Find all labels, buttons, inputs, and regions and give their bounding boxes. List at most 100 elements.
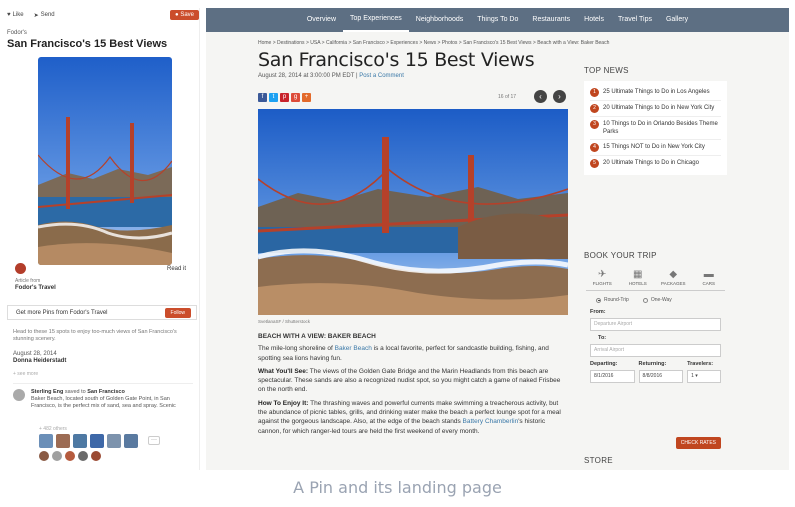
breadcrumb[interactable]: Home > Destinations > USA > California >… (258, 40, 609, 46)
top-news-heading: TOP NEWS (584, 66, 629, 75)
article-body: BEACH WITH A VIEW: BAKER BEACH The mile-… (258, 332, 568, 440)
pin-description: Head to these 15 spots to enjoy too-much… (13, 329, 177, 342)
send-button[interactable]: ➤ Send (34, 12, 55, 19)
date-fields: Departing: 8/1/2016 Returning: 8/8/2016 Tr… (584, 361, 727, 383)
pin-source[interactable]: Article from Fodor's Travel (15, 278, 56, 292)
nav-item-restaurants[interactable]: Restaurants (525, 8, 577, 32)
to-input[interactable]: Arrival Airport (590, 344, 721, 357)
news-number-badge: 2 (590, 104, 599, 113)
landing-page: Overview Top Experiences Neighborhoods Thin… (206, 8, 789, 470)
news-item[interactable]: 2 20 Ultimate Things to Do in New York Ci… (590, 101, 721, 117)
news-item[interactable]: 1 25 Ultimate Things to Do in Los Angeles (590, 85, 721, 101)
related-thumb[interactable] (107, 434, 121, 448)
news-title: 20 Ultimate Things to Do in New York Cit… (603, 105, 715, 111)
travelers-select[interactable]: 1 ▾ (687, 370, 721, 383)
section-heading: BEACH WITH A VIEW: BAKER BEACH (258, 333, 376, 340)
share-more-icon[interactable]: + (302, 93, 311, 102)
follow-row: Get more Pins from Fodor's Travel Follow (7, 305, 197, 320)
see-more-link[interactable]: + see more (13, 371, 38, 377)
others-count: + 482 others (39, 426, 67, 432)
saver-board[interactable]: San Francisco (87, 389, 125, 395)
check-rates-button[interactable]: CHECK RATES (675, 437, 721, 449)
google-plus-icon[interactable]: g (291, 93, 300, 102)
news-item[interactable]: 3 10 Things to Do in Orlando Besides Them… (590, 117, 721, 140)
pin-image[interactable] (38, 57, 172, 265)
related-thumb[interactable] (39, 434, 53, 448)
nav-item-hotels[interactable]: Hotels (577, 8, 611, 32)
sidebar: TOP NEWS 1 25 Ultimate Things to Do in Lo… (584, 66, 729, 465)
to-label: To: (598, 335, 607, 341)
saver-avatar[interactable] (13, 389, 25, 401)
heart-icon: ♥ (7, 12, 11, 18)
top-nav: Overview Top Experiences Neighborhoods Thin… (206, 8, 789, 32)
booking-modes: ✈ FLIGHTS ▦ HOTELS ◆ PACKAGES ▬ CARS (584, 265, 727, 290)
news-number-badge: 3 (590, 120, 599, 129)
from-input[interactable]: Departure Airport (590, 318, 721, 331)
user-avatar[interactable] (39, 451, 49, 461)
hotel-icon: ▦ (633, 269, 643, 280)
news-number-badge: 5 (590, 159, 599, 168)
news-title: 15 Things NOT to Do in New York City (603, 144, 705, 150)
related-thumb[interactable] (90, 434, 104, 448)
round-trip-radio[interactable]: Round-Trip (596, 297, 629, 303)
pinterest-icon[interactable]: p (280, 93, 289, 102)
booking-widget: ✈ FLIGHTS ▦ HOTELS ◆ PACKAGES ▬ CARS Round-T… (584, 265, 727, 449)
nav-item-travel-tips[interactable]: Travel Tips (611, 8, 659, 32)
related-thumb[interactable] (73, 434, 87, 448)
nav-item-things-to-do[interactable]: Things To Do (470, 8, 525, 32)
news-title: 10 Things to Do in Orlando Besides Theme… (603, 121, 718, 135)
saver-name[interactable]: Sterling Eng (31, 389, 63, 395)
twitter-icon[interactable]: t (269, 93, 278, 102)
related-thumbs-row2 (39, 451, 101, 461)
battery-chamberlin-link[interactable]: Battery Chamberlin (463, 418, 519, 425)
prev-arrow-icon[interactable]: ‹ (534, 90, 547, 103)
returning-input[interactable]: 8/8/2016 (638, 370, 684, 383)
pin-title[interactable]: San Francisco's 15 Best Views (7, 38, 199, 50)
tab-packages[interactable]: ◆ PACKAGES (657, 269, 690, 286)
photo-credit: SvetlanaSF / Shutterstock (258, 319, 311, 324)
golden-gate-photo (258, 109, 568, 315)
user-avatar[interactable] (91, 451, 101, 461)
news-item[interactable]: 5 20 Ultimate Things to Do in Chicago (590, 156, 721, 171)
more-icon[interactable]: ··· (148, 436, 160, 445)
like-button[interactable]: ♥ Like (7, 12, 24, 18)
departing-input[interactable]: 8/1/2016 (590, 370, 635, 383)
related-thumb[interactable] (56, 434, 70, 448)
save-button[interactable]: ● Save (170, 10, 199, 20)
top-news-list: 1 25 Ultimate Things to Do in Los Angeles… (584, 81, 727, 175)
read-it-link[interactable]: Read it (167, 266, 186, 272)
nav-item-gallery[interactable]: Gallery (659, 8, 695, 32)
pin-toolbar: ♥ Like ➤ Send ● Save (7, 8, 199, 22)
related-thumb[interactable] (124, 434, 138, 448)
tab-cars[interactable]: ▬ CARS (693, 269, 726, 286)
one-way-radio[interactable]: One-Way (642, 297, 672, 303)
user-avatar[interactable] (78, 451, 88, 461)
paragraph-intro: The mile-long shoreline of Baker Beach i… (258, 345, 549, 362)
next-arrow-icon[interactable]: › (553, 90, 566, 103)
news-number-badge: 4 (590, 143, 599, 152)
baker-beach-link[interactable]: Baker Beach (335, 345, 372, 352)
facebook-icon[interactable]: f (258, 93, 267, 102)
fodors-avatar[interactable] (15, 263, 26, 274)
user-avatar[interactable] (65, 451, 75, 461)
tab-hotels[interactable]: ▦ HOTELS (622, 269, 655, 286)
related-thumbs (39, 434, 138, 448)
figure-caption: A Pin and its landing page (293, 478, 502, 497)
book-trip-heading: BOOK YOUR TRIP (584, 251, 657, 260)
paragraph-enjoy: How To Enjoy It: The thrashing waves and… (258, 399, 561, 435)
nav-item-neighborhoods[interactable]: Neighborhoods (409, 8, 470, 32)
follow-button[interactable]: Follow (164, 308, 191, 318)
nav-item-top-experiences[interactable]: Top Experiences (343, 8, 409, 32)
nav-item-overview[interactable]: Overview (300, 8, 343, 32)
news-item[interactable]: 4 15 Things NOT to Do in New York City (590, 140, 721, 156)
page-title: San Francisco's 15 Best Views (258, 49, 535, 71)
from-label: From: (590, 309, 606, 315)
pin-brand: Fodor's (7, 30, 27, 36)
user-avatar[interactable] (52, 451, 62, 461)
send-icon: ➤ (33, 12, 39, 19)
share-bar: f t p g + (258, 93, 311, 102)
tab-flights[interactable]: ✈ FLIGHTS (586, 269, 619, 286)
post-comment-link[interactable]: Post a Comment (359, 73, 404, 79)
trip-type: Round-Trip One-Way (584, 291, 727, 309)
slide-counter: 16 of 17 (498, 94, 517, 100)
